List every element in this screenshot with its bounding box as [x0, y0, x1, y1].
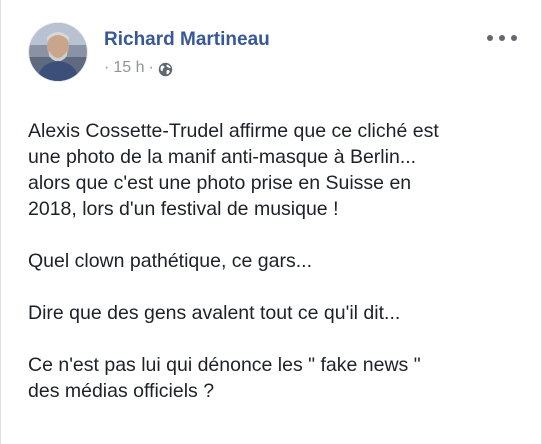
author-avatar[interactable] [28, 22, 88, 82]
post-text-line: Quel clown pathétique, ce gars... [28, 250, 312, 272]
post-text-line: une photo de la manif anti-masque à Berl… [28, 146, 417, 168]
separator-dot: · [104, 59, 110, 76]
post-subline: · 15 h · [104, 59, 270, 77]
post-text-line: Alexis Cossette-Trudel affirme que ce cl… [28, 120, 439, 142]
facebook-post: Richard Martineau · 15 h · Alexis Cosset… [0, 0, 542, 444]
more-dot [511, 35, 517, 41]
post-paragraph: Dire que des gens avalent tout ce qu'il … [28, 300, 518, 326]
more-dot [499, 35, 505, 41]
post-meta: Richard Martineau · 15 h · [104, 28, 270, 77]
separator-dot: · [148, 59, 154, 76]
more-dot [487, 35, 493, 41]
post-text-line: Ce n'est pas lui qui dénonce les " fake … [28, 354, 421, 376]
post-text-line: des médias officiels ? [28, 380, 215, 402]
post-paragraph: Quel clown pathétique, ce gars... [28, 248, 518, 274]
post-text-line: alors que c'est une photo prise en Suiss… [28, 172, 412, 194]
post-text-line: 2018, lors d'un festival de musique ! [28, 198, 339, 220]
post-body: Alexis Cossette-Trudel affirme que ce cl… [28, 118, 518, 430]
more-options-icon[interactable] [487, 30, 517, 46]
avatar-photo [29, 23, 87, 81]
author-name-link[interactable]: Richard Martineau [104, 28, 270, 52]
post-header: Richard Martineau · 15 h · [28, 22, 270, 82]
globe-icon[interactable] [158, 62, 173, 77]
post-paragraph: Alexis Cossette-Trudel affirme que ce cl… [28, 118, 518, 222]
post-timestamp[interactable]: 15 h [113, 59, 144, 77]
post-paragraph: Ce n'est pas lui qui dénonce les " fake … [28, 352, 518, 404]
post-text-line: Dire que des gens avalent tout ce qu'il … [28, 302, 401, 324]
